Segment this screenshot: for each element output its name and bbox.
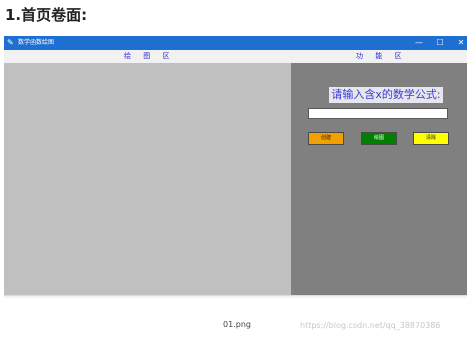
drawing-canvas[interactable] <box>4 63 291 295</box>
watermark: https://blog.csdn.net/qq_38870386 <box>300 321 441 330</box>
function-panel: 请输入含x的数学公式: 创建 绘图 清除 <box>291 63 467 295</box>
close-button[interactable]: ✕ <box>450 36 472 50</box>
title-bar[interactable]: ✎ 数学函数绘图 — ☐ ✕ <box>4 36 467 50</box>
formula-input[interactable] <box>308 108 448 119</box>
app-window: ✎ 数学函数绘图 — ☐ ✕ 绘 图 区 功 能 区 请输入含x的数学公式: 创… <box>4 36 467 298</box>
drawing-area-label: 绘 图 区 <box>124 52 175 60</box>
page-heading: 1.首页卷面: <box>5 6 88 24</box>
status-bar <box>4 295 467 298</box>
draw-button[interactable]: 绘图 <box>361 132 397 145</box>
window-title: 数学函数绘图 <box>18 39 55 46</box>
minimize-button[interactable]: — <box>408 36 430 50</box>
maximize-button[interactable]: ☐ <box>429 36 451 50</box>
function-area-label: 功 能 区 <box>356 52 407 60</box>
create-button[interactable]: 创建 <box>308 132 344 145</box>
section-label-bar: 绘 图 区 功 能 区 <box>4 50 467 63</box>
feather-icon: ✎ <box>7 38 14 47</box>
formula-prompt: 请输入含x的数学公式: <box>329 87 443 103</box>
clear-button[interactable]: 清除 <box>413 132 449 145</box>
